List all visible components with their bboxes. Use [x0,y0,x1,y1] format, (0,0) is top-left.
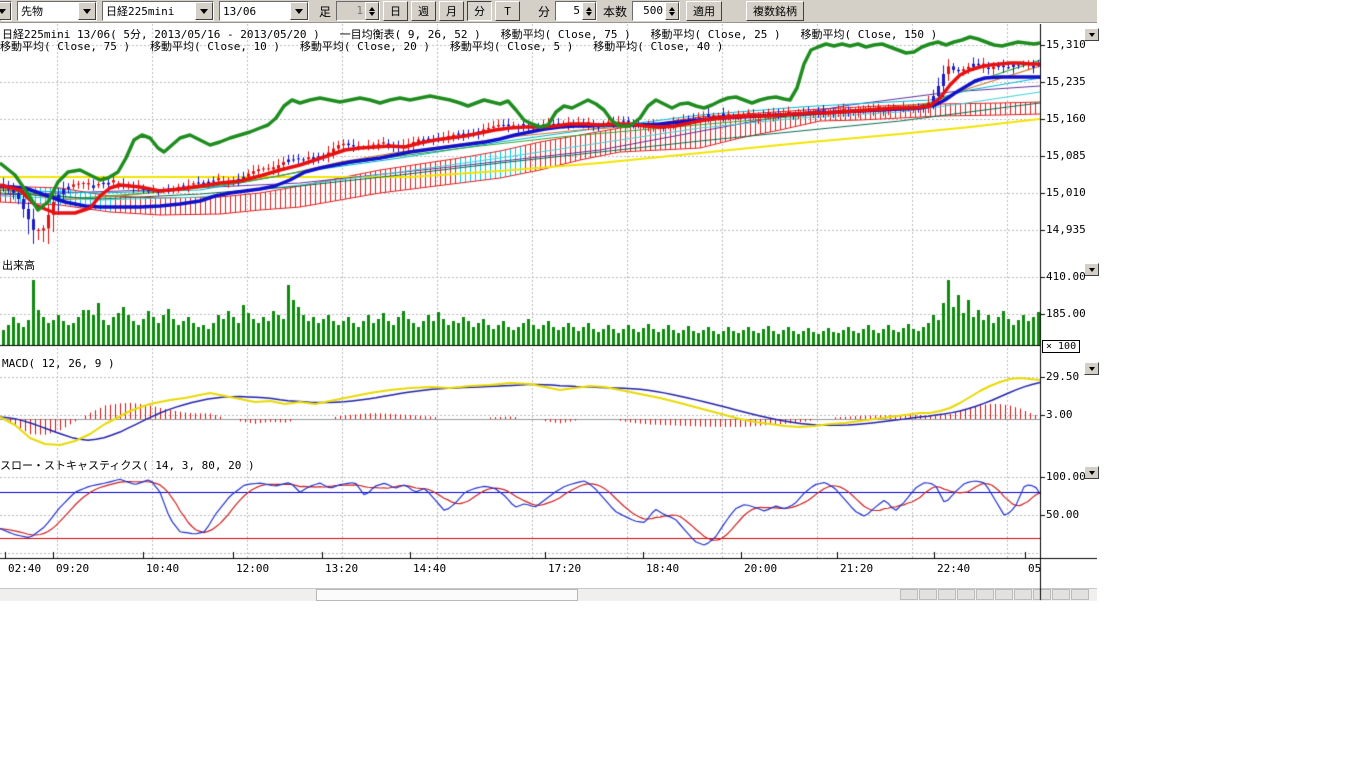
volume-axis-tick: 185.00 [1046,307,1086,320]
clipped-combobox[interactable] [0,1,12,21]
contract-month-value: 13/06 [220,5,290,18]
chevron-down-icon [195,2,213,20]
contract-month-combobox[interactable]: 13/06 [219,1,309,21]
bars-count-spinbox[interactable]: 500 [632,1,680,21]
macd-panel-label: MACD( 12, 26, 9 ) [2,357,115,370]
stoch-axis-tick: 50.00 [1046,508,1079,521]
time-axis-tick: 10:40 [146,562,179,575]
time-axis-tick: 18:40 [646,562,679,575]
time-axis-tick: 22:40 [937,562,970,575]
symbol-value: 日経225mini [103,3,195,19]
scrollbar-segment[interactable] [900,589,918,600]
time-axis-tick: 17:20 [548,562,581,575]
time-axis-tick: 02:40 [8,562,41,575]
apply-button[interactable]: 適用 [686,1,722,21]
scrollbar-segment[interactable] [938,589,956,600]
scrollbar-segment[interactable] [995,589,1013,600]
price-axis-tick: 15,310 [1046,38,1086,51]
symbol-combobox[interactable]: 日経225mini [102,1,214,21]
bar-type-label: 足 [319,3,331,20]
spin-updown-icon[interactable] [582,2,596,20]
bars-count-value: 500 [633,2,665,20]
scrollbar-segment[interactable] [1052,589,1070,600]
time-axis-tick: 05 [1028,562,1041,575]
chart-title-line2: 移動平均( Close, 75 ) 移動平均( Close, 10 ) 移動平均… [0,38,723,54]
bars-count-label: 本数 [603,3,627,20]
scrollbar-segment[interactable] [1033,589,1051,600]
minute-spinbox[interactable]: 5 [555,1,597,21]
period-month-button[interactable]: 月 [439,1,464,21]
price-panel-dropdown-button[interactable] [1084,28,1099,41]
stoch-axis-tick: 100.00 [1046,470,1086,483]
period-minute-button[interactable]: 分 [467,1,492,21]
time-axis-tick: 20:00 [744,562,777,575]
price-axis-tick: 15,085 [1046,149,1086,162]
chevron-down-icon [78,2,96,20]
period-week-button[interactable]: 週 [411,1,436,21]
price-axis-tick: 15,010 [1046,186,1086,199]
price-axis-tick: 15,160 [1046,112,1086,125]
time-axis-tick: 09:20 [56,562,89,575]
scrollbar-segment[interactable] [1014,589,1032,600]
period-day-button[interactable]: 日 [383,1,408,21]
time-axis-tick: 12:00 [236,562,269,575]
bar-interval-spinbox[interactable]: 1 [336,1,380,21]
time-axis-tick: 14:40 [413,562,446,575]
spin-updown-icon[interactable] [365,2,379,20]
volume-panel-dropdown-button[interactable] [1084,263,1099,276]
spin-updown-icon[interactable] [665,2,679,20]
scrollbar-segment[interactable] [976,589,994,600]
instrument-type-combobox[interactable]: 先物 [17,1,97,21]
stoch-panel-dropdown-button[interactable] [1084,466,1099,479]
macd-axis-tick: 3.00 [1046,408,1073,421]
volume-panel-label: 出来高 [2,257,35,273]
price-axis-tick: 15,235 [1046,75,1086,88]
time-axis-tick: 13:20 [325,562,358,575]
volume-axis-tick: 410.00 [1046,270,1086,283]
instrument-type-value: 先物 [18,3,78,19]
multi-symbol-button[interactable]: 複数銘柄 [746,1,804,21]
stochastics-panel-label: スロー・ストキャスティクス( 14, 3, 80, 20 ) [0,457,255,473]
scrollbar-segment[interactable] [919,589,937,600]
period-tick-button[interactable]: T [495,1,520,21]
scrollbar-segment[interactable] [1071,589,1089,600]
chevron-down-icon [290,2,308,20]
macd-panel-dropdown-button[interactable] [1084,362,1099,375]
chart-canvas[interactable] [0,24,1097,602]
chevron-down-icon [0,2,11,20]
time-axis-tick: 21:20 [840,562,873,575]
minute-label: 分 [538,3,550,20]
minute-value: 5 [556,2,582,20]
macd-axis-tick: 29.50 [1046,370,1079,383]
scrollbar-thumb[interactable] [316,589,578,601]
toolbar: 先物 日経225mini 13/06 足 1 日 週 月 分 T 分 5 本数 … [0,0,1097,23]
bar-interval-value: 1 [337,2,365,20]
volume-multiplier-badge: × 100 [1042,340,1080,353]
price-axis-tick: 14,935 [1046,223,1086,236]
scrollbar-segment[interactable] [957,589,975,600]
